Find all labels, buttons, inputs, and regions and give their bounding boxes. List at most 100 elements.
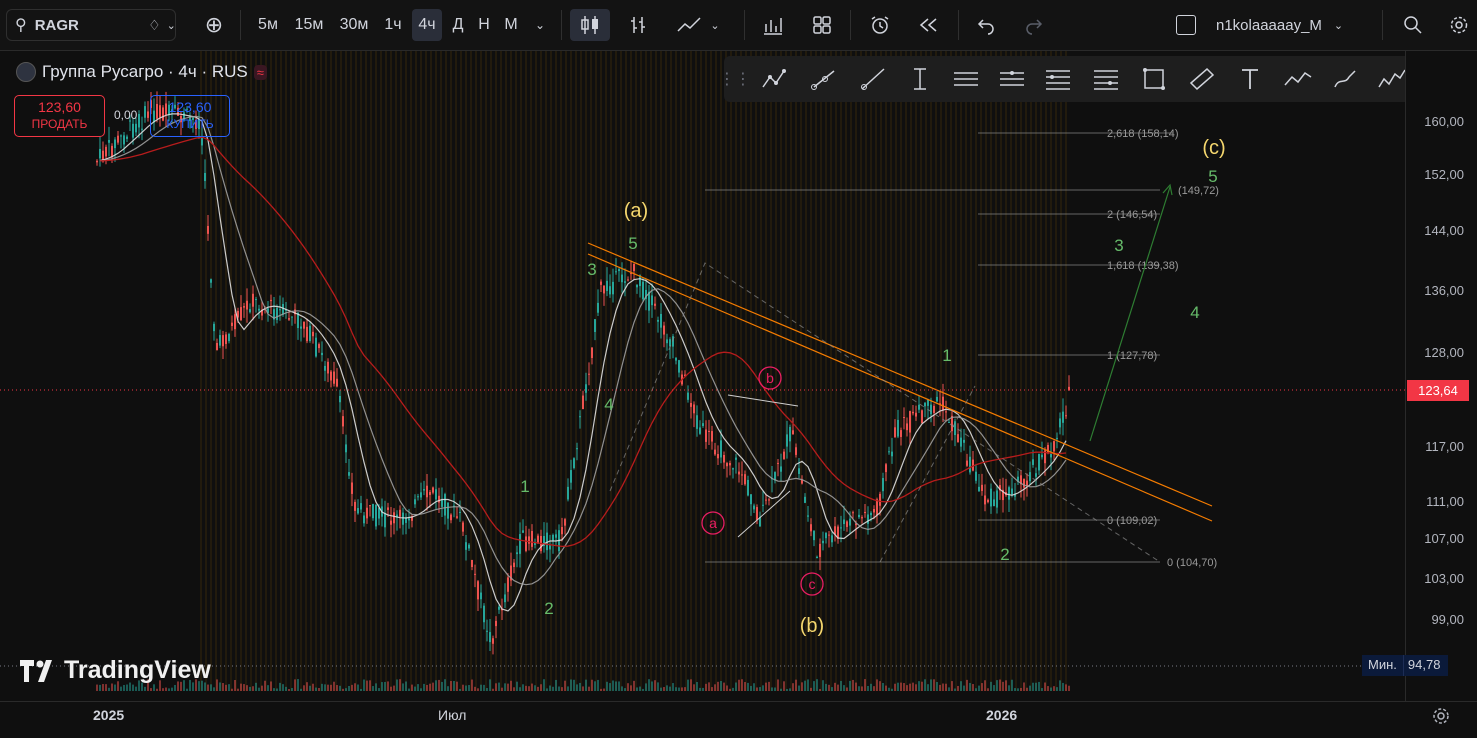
rectangle-tool[interactable] [1138, 63, 1170, 95]
vertical-line-tool[interactable] [904, 63, 936, 95]
square-icon [1176, 15, 1196, 35]
volume-bar [594, 681, 596, 691]
chart-canvas[interactable]: 2,618 (158,14) (149,72) 2 (146,54) 1,618 (1… [0, 51, 1405, 701]
volume-bar [1014, 688, 1016, 691]
candle-body [822, 540, 824, 544]
candle-body [615, 271, 617, 273]
interval-month[interactable]: М [499, 9, 523, 41]
volume-bar [753, 683, 755, 691]
volume-bar [384, 681, 386, 691]
volume-bar [297, 679, 299, 691]
rotated-rectangle-tool[interactable] [1186, 63, 1218, 95]
bars-style-button[interactable] [622, 9, 654, 41]
sell-button[interactable]: 123,60 ПРОДАТЬ [14, 95, 105, 137]
redo-button[interactable] [1018, 9, 1050, 41]
volume-bar [456, 681, 458, 691]
candle-body [930, 404, 932, 415]
volume-bar [210, 684, 212, 691]
volume-bar [333, 681, 335, 691]
volume-bar [498, 682, 500, 691]
ray-icon [861, 68, 885, 90]
interval-30m[interactable]: 30м [334, 9, 374, 41]
elliott-impulse-tool[interactable] [1376, 63, 1408, 95]
undo-button[interactable] [970, 9, 1002, 41]
volume-bar [1008, 685, 1010, 691]
volume-bar [588, 686, 590, 691]
indicators-line-button[interactable]: ⌄ [668, 9, 728, 41]
volume-bar [102, 684, 104, 691]
volume-bar [528, 686, 530, 691]
candle-body [873, 508, 875, 513]
add-symbol-button[interactable]: ⊕ [198, 9, 230, 41]
pitchfork-tool[interactable] [996, 63, 1028, 95]
trend-line-tool[interactable] [808, 63, 840, 95]
drag-handle[interactable]: ⋮⋮ [719, 63, 751, 95]
chart-legend[interactable]: Группа Русагро · 4ч · RUS ≈ [16, 62, 267, 82]
candle-body [588, 373, 590, 375]
volume-bar [840, 680, 842, 691]
legend-title: Группа Русагро · 4ч · RUS [42, 62, 248, 81]
fib-retracement-tool[interactable] [1042, 63, 1074, 95]
candle-body [618, 269, 620, 272]
volume-bar [459, 688, 461, 691]
quick-search-button[interactable] [1398, 9, 1428, 41]
candle-body [123, 135, 125, 145]
candle-body [333, 371, 335, 384]
candle-body [852, 512, 854, 514]
min-value: 94,78 [1402, 655, 1449, 676]
elliott-wave-tool[interactable] [760, 63, 792, 95]
indicators-button[interactable] [756, 9, 790, 41]
volume-bar [630, 685, 632, 691]
interval-4h[interactable]: 4ч [412, 9, 442, 41]
candle-body [891, 451, 893, 457]
replay-button[interactable] [912, 9, 944, 41]
compare-button[interactable]: ♢ ⌄ [136, 9, 188, 41]
candles-button[interactable] [570, 9, 610, 41]
volume-bar [273, 688, 275, 691]
ray-tool[interactable] [856, 63, 888, 95]
layouts-button[interactable] [806, 9, 838, 41]
volume-bar [417, 684, 419, 691]
volume-bar [696, 682, 698, 691]
axis-settings-button[interactable] [1430, 705, 1452, 727]
volume-bar [351, 684, 353, 691]
tradingview-logo[interactable]: TradingView [20, 656, 211, 685]
candle-body [780, 466, 782, 472]
parallel-channel-tool[interactable] [950, 63, 982, 95]
time-axis[interactable] [0, 701, 1477, 738]
volume-bar [627, 683, 629, 691]
volume-bar [1059, 680, 1061, 691]
text-tool[interactable] [1234, 63, 1266, 95]
wave-label-impulse: 1 [520, 477, 529, 496]
candle-body [213, 323, 215, 332]
interval-5m[interactable]: 5м [251, 9, 285, 41]
volume-bar [708, 682, 710, 691]
settings-button[interactable] [1444, 9, 1474, 41]
alert-button[interactable] [864, 9, 896, 41]
volume-bar [360, 688, 362, 691]
volume-bar [978, 685, 980, 691]
interval-15m[interactable]: 15м [290, 9, 328, 41]
volume-bar [312, 683, 314, 691]
volume-bar [558, 686, 560, 691]
wave-indicator-icon[interactable]: ≈ [253, 64, 267, 80]
fib-extension-tool[interactable] [1090, 63, 1122, 95]
volume-bar [357, 684, 359, 691]
path-tool[interactable] [1282, 63, 1314, 95]
volume-bar [291, 688, 293, 691]
brush-tool[interactable] [1330, 63, 1362, 95]
interval-day[interactable]: Д [446, 9, 470, 41]
chart-pane[interactable]: 2,618 (158,14) (149,72) 2 (146,54) 1,618 (1… [0, 51, 1405, 701]
buy-button[interactable]: 123,60 КУПИТЬ [150, 95, 230, 137]
volume-bar [918, 681, 920, 691]
interval-week[interactable]: Н [472, 9, 496, 41]
candle-body [624, 281, 626, 283]
brush-icon [1334, 70, 1356, 88]
candle-body [549, 544, 551, 550]
interval-1h[interactable]: 1ч [378, 9, 408, 41]
volume-bar [1047, 686, 1049, 691]
rectangle-icon [1143, 68, 1165, 90]
interval-dropdown[interactable]: ⌄ [528, 9, 552, 41]
layout-name-button[interactable]: n1kolaaaaay_M ⌄ [1176, 9, 1356, 41]
price-axis[interactable]: 160,00 152,00 144,00 136,00 128,00 117,0… [1405, 51, 1477, 701]
